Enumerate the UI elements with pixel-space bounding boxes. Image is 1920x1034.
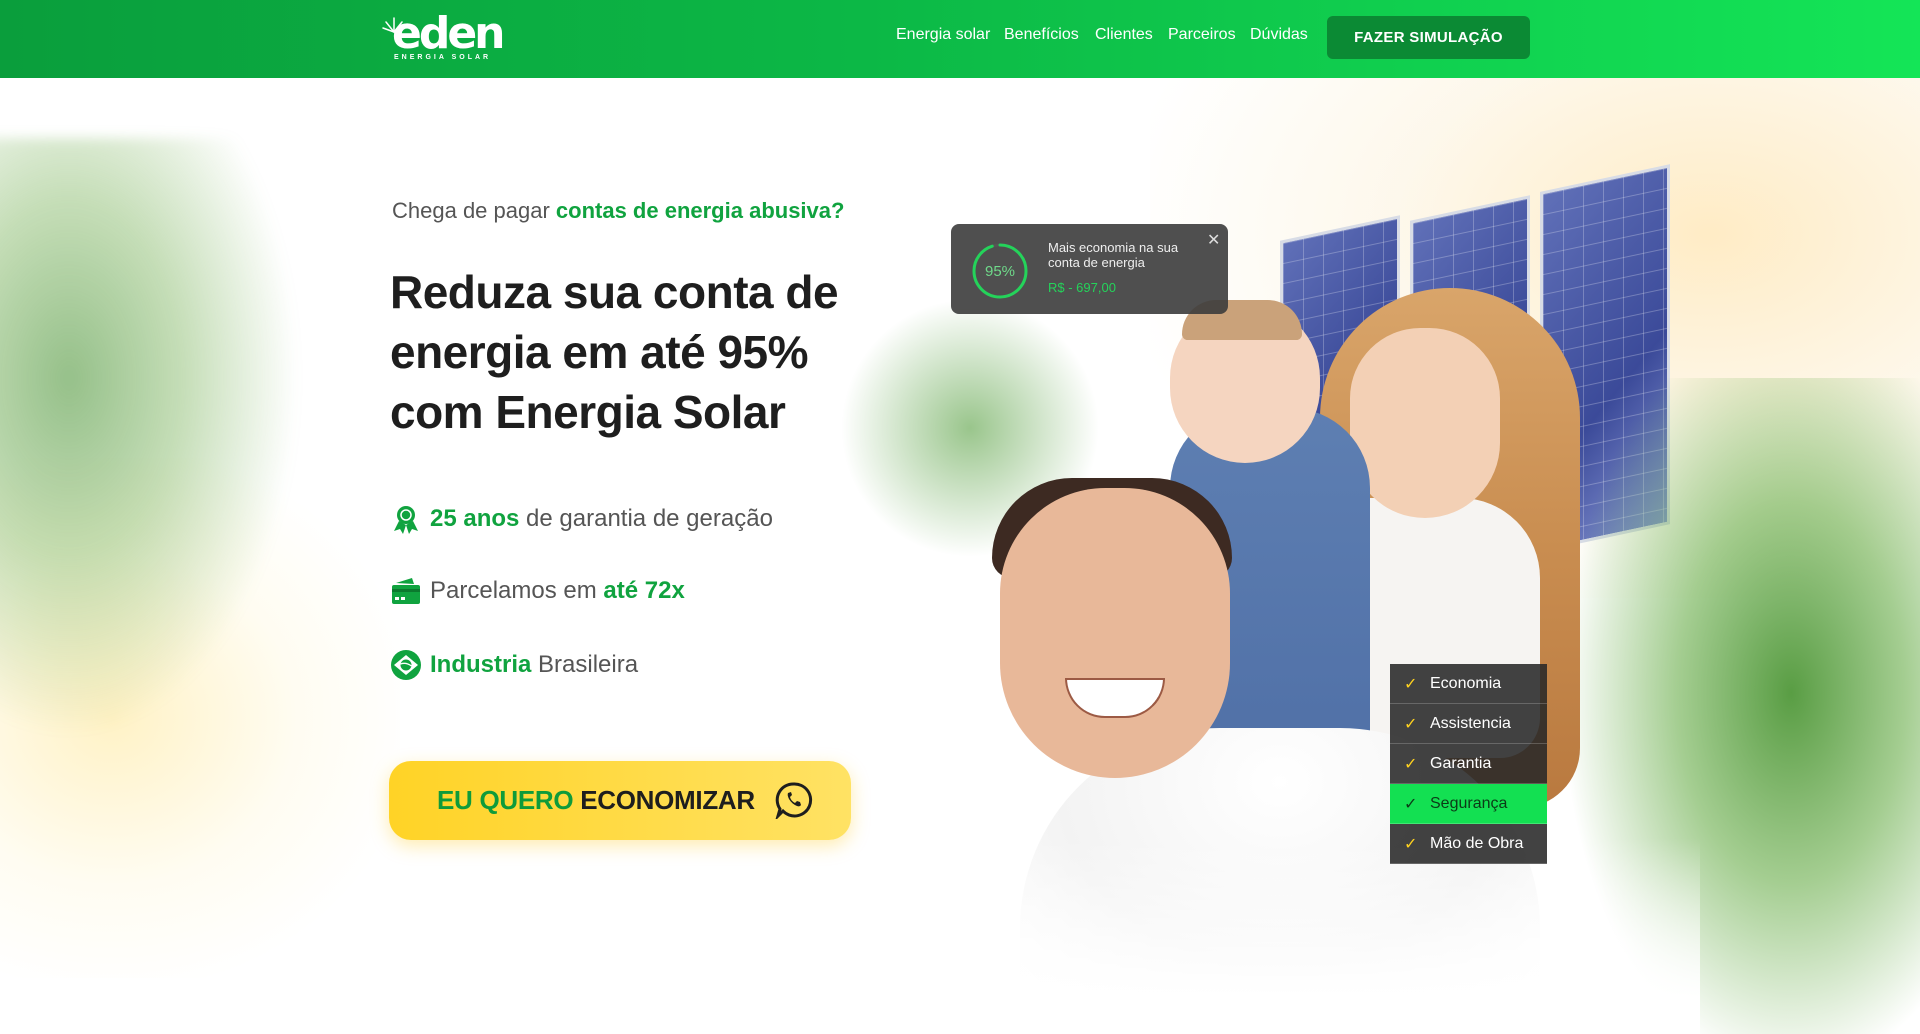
nav-clientes[interactable]: Clientes xyxy=(1095,26,1153,44)
check-icon: ✓ xyxy=(1404,715,1418,733)
check-icon: ✓ xyxy=(1404,755,1418,773)
kicker-highlight: contas de energia abusiva? xyxy=(555,198,845,223)
feature-industry: Industria Brasileira xyxy=(390,649,638,681)
checklist-label: Mão de Obra xyxy=(1430,834,1524,852)
checklist-item-garantia: ✓ Garantia xyxy=(1390,744,1547,784)
save-money-label-dark: ECONOMIZAR xyxy=(580,785,755,815)
checklist-item-economia: ✓ Economia xyxy=(1390,664,1547,704)
logo-wordmark: eden xyxy=(392,8,506,59)
savings-percent: 95% xyxy=(984,262,1016,280)
checklist-label: Economia xyxy=(1430,674,1502,692)
save-money-label-green: EU QUERO xyxy=(437,785,581,815)
benefits-checklist: ✓ Economia ✓ Assistencia ✓ Garantia ✓ Segura… xyxy=(1390,664,1547,864)
hero-background xyxy=(0,78,1920,1034)
feature-warranty-text: de garantia de geração xyxy=(519,505,773,532)
checklist-label: Segurança xyxy=(1430,794,1508,812)
tree-left-image xyxy=(0,138,300,738)
feature-warranty-highlight: 25 anos xyxy=(430,505,520,532)
checklist-item-mao-de-obra: ✓ Mão de Obra xyxy=(1390,824,1547,864)
bottom-fade xyxy=(700,838,1700,1034)
feature-installments-text: Parcelamos em xyxy=(430,577,604,604)
brazil-flag-icon xyxy=(391,650,421,680)
savings-amount: R$ - 697,00 xyxy=(1048,280,1116,295)
hero-headline: Reduza sua conta de energia em até 95% c… xyxy=(390,266,839,438)
nav-energia-solar[interactable]: Energia solar xyxy=(896,26,990,44)
nav-beneficios[interactable]: Benefícios xyxy=(1004,26,1079,44)
eden-logo[interactable]: eden ENERGIA SOLAR xyxy=(382,8,506,64)
simulation-button[interactable]: FAZER SIMULAÇÃO xyxy=(1327,16,1530,59)
wallet-card-icon xyxy=(392,578,420,604)
savings-card: 95% Mais economia na sua conta de energi… xyxy=(951,224,1228,314)
close-icon[interactable]: ✕ xyxy=(1207,230,1220,250)
check-icon: ✓ xyxy=(1404,675,1418,693)
logo-subtitle: ENERGIA SOLAR xyxy=(394,54,492,61)
checklist-label: Garantia xyxy=(1430,754,1492,772)
whatsapp-icon xyxy=(775,782,813,819)
checklist-label: Assistencia xyxy=(1430,714,1511,732)
checklist-item-assistencia: ✓ Assistencia xyxy=(1390,704,1547,744)
award-ribbon-icon xyxy=(394,506,418,534)
checklist-item-seguranca: ✓ Segurança xyxy=(1390,784,1547,824)
save-money-label: EU QUERO ECONOMIZAR xyxy=(437,785,755,816)
feature-industry-text: Brasileira xyxy=(531,651,639,678)
check-icon: ✓ xyxy=(1404,835,1418,853)
feature-installments: Parcelamos em até 72x xyxy=(390,575,685,607)
top-header: eden ENERGIA SOLAR Energia solar Benefíc… xyxy=(0,0,1920,78)
savings-title: Mais economia na sua conta de energia xyxy=(1048,240,1179,270)
nav-parceiros[interactable]: Parceiros xyxy=(1168,26,1236,44)
check-icon: ✓ xyxy=(1404,795,1418,813)
save-money-button[interactable]: EU QUERO ECONOMIZAR xyxy=(389,761,851,840)
feature-warranty: 25 anos de garantia de geração xyxy=(390,503,773,535)
nav-duvidas[interactable]: Dúvidas xyxy=(1250,26,1308,44)
kicker-plain: Chega de pagar xyxy=(392,198,556,223)
feature-installments-highlight: até 72x xyxy=(603,577,685,604)
hero-kicker: Chega de pagar contas de energia abusiva… xyxy=(392,198,844,224)
feature-industry-highlight: Industria xyxy=(430,651,532,678)
